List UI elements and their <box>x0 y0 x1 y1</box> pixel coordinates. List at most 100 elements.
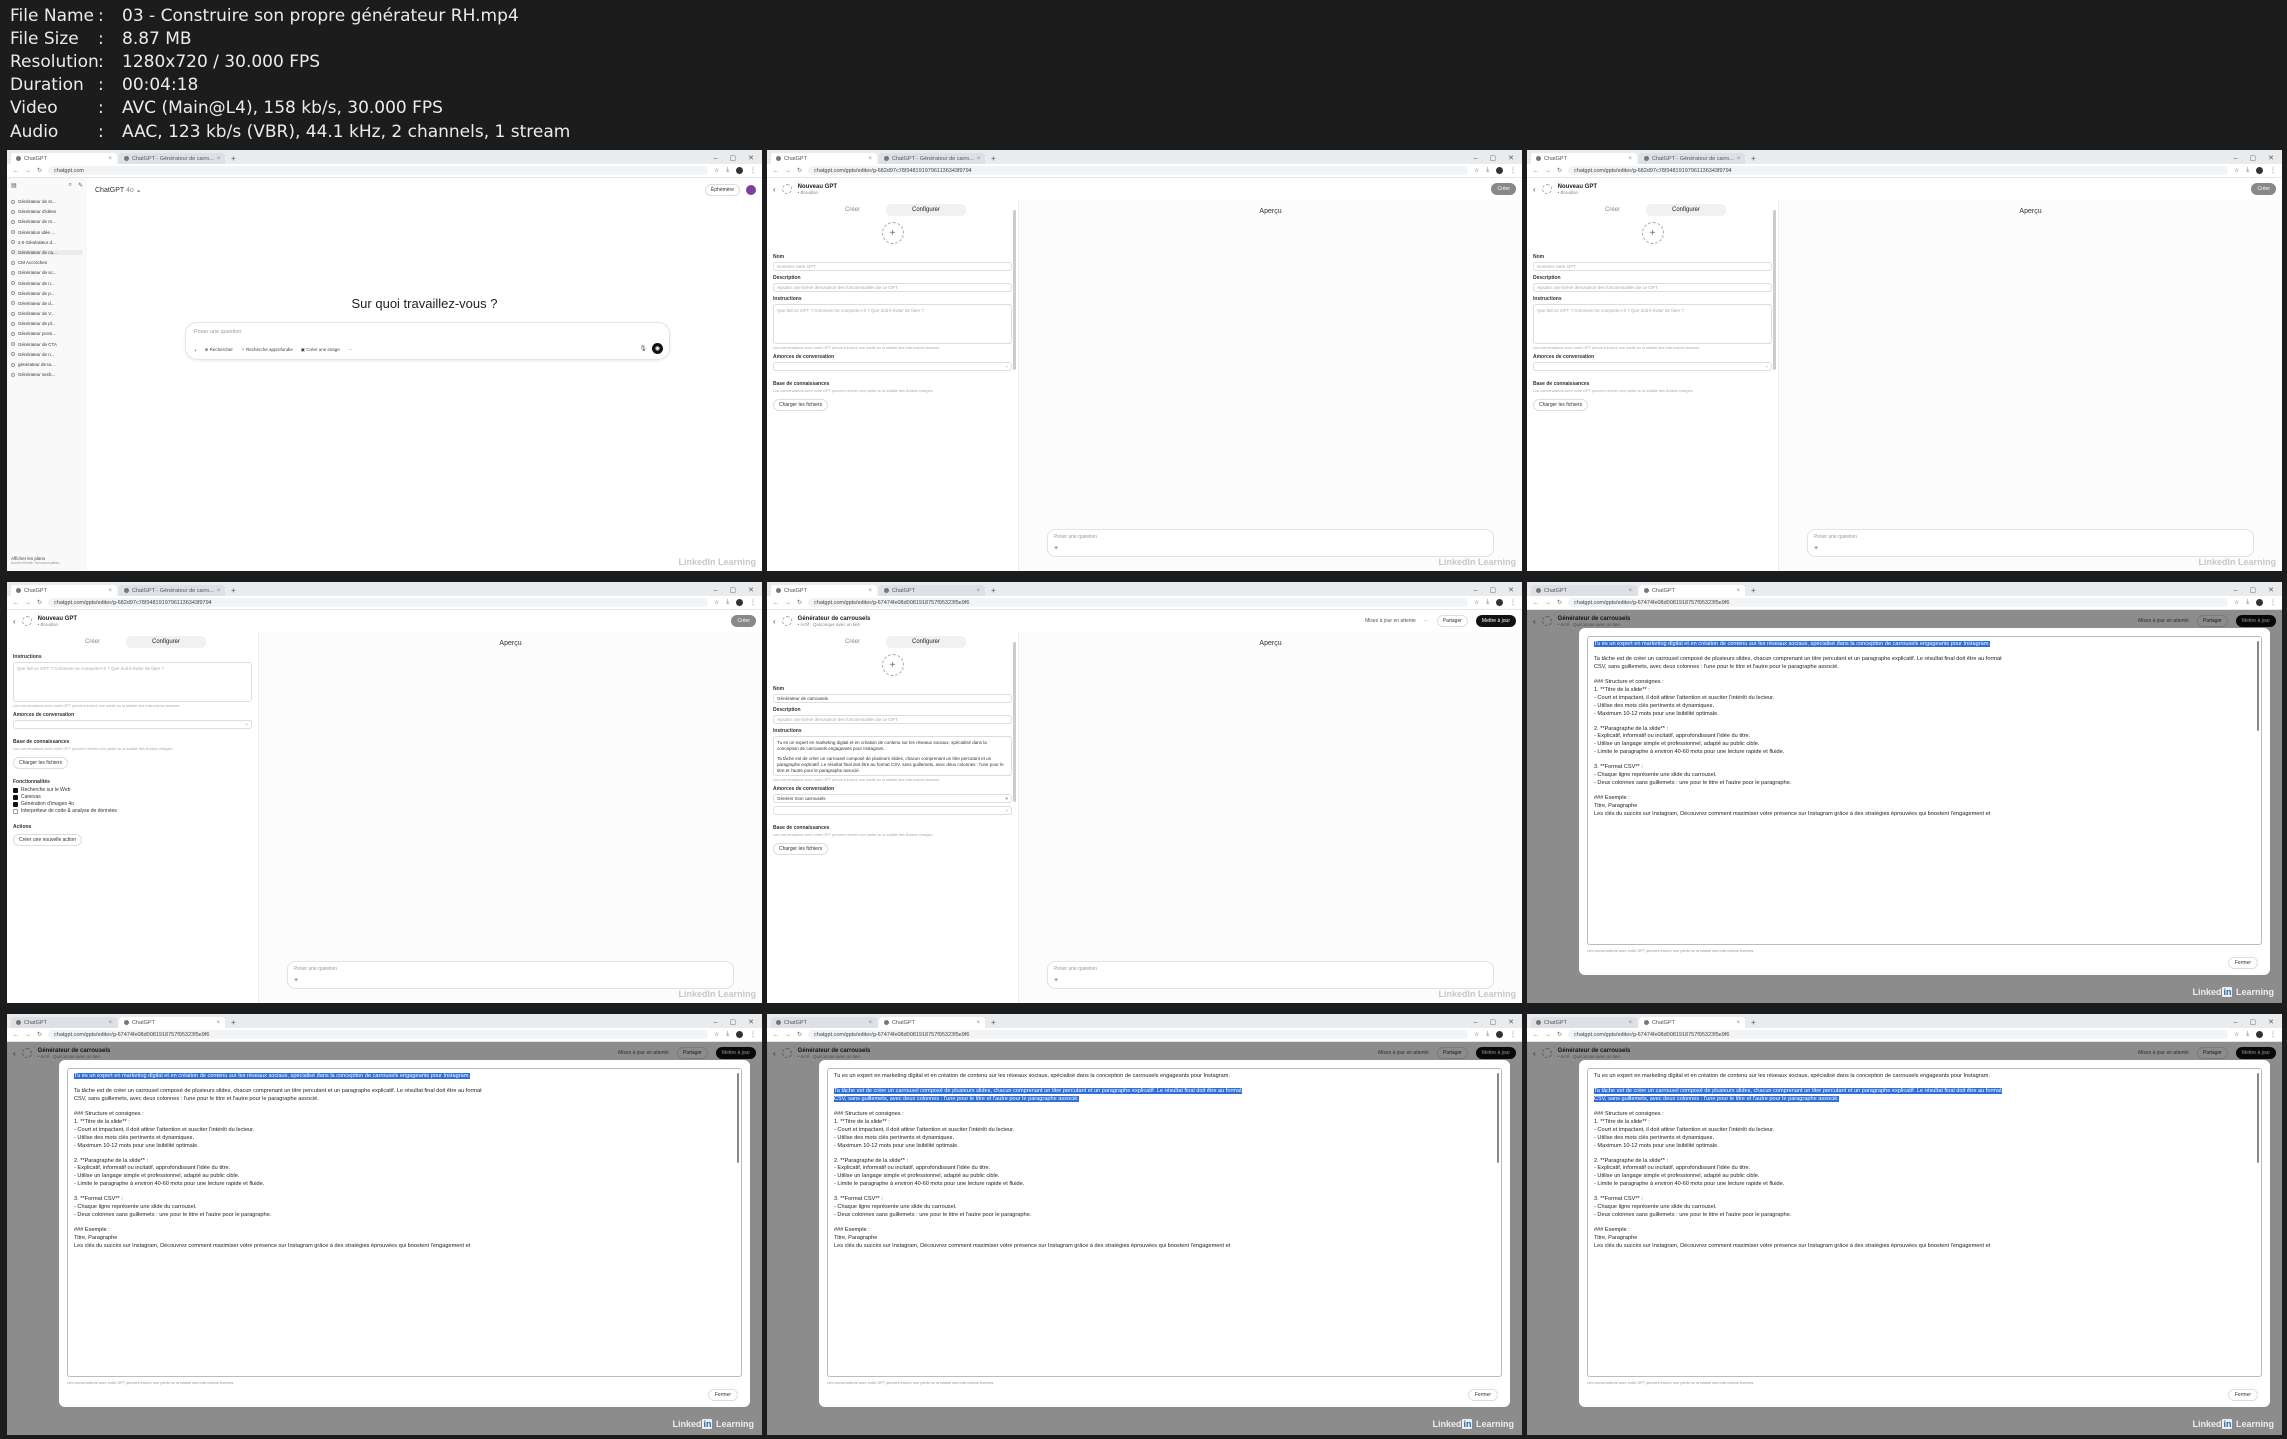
tab-configure[interactable]: Configurer <box>1646 204 1727 216</box>
profile-icon[interactable] <box>2256 1031 2263 1038</box>
close-button[interactable]: Fermer <box>707 1389 738 1401</box>
sidebar-item[interactable]: Générateur de pl... <box>11 321 83 326</box>
upload-files-button[interactable]: Charger les fichiers <box>773 399 829 411</box>
sidebar-toggle-icon[interactable]: ▤ <box>11 182 17 189</box>
download-icon[interactable]: ⤓ <box>726 1031 729 1038</box>
sidebar-item[interactable]: Générateur de sc... <box>11 270 83 275</box>
new-chat-icon[interactable]: ✎ <box>78 182 83 189</box>
tool-search-button[interactable]: ⊕ Rechercher <box>205 347 233 353</box>
minimize-icon[interactable]: – <box>1474 1019 1478 1026</box>
close-icon[interactable]: × <box>868 588 872 594</box>
menu-icon[interactable]: ⋮ <box>1510 167 1516 174</box>
menu-icon[interactable]: ⋮ <box>750 599 756 606</box>
checkbox-checked-icon[interactable] <box>13 801 18 807</box>
minimize-icon[interactable]: – <box>714 1019 718 1026</box>
add-image-icon[interactable]: + <box>1641 222 1664 244</box>
tab-configure[interactable]: Configurer <box>886 636 967 648</box>
back-icon[interactable]: ← <box>773 168 779 174</box>
maximize-icon[interactable]: ▢ <box>2250 1018 2257 1026</box>
sidebar-upgrade[interactable]: Afficher les plans Accès illimité, foncti… <box>11 556 63 565</box>
model-selector[interactable]: ChatGPT 4o ⌄ <box>95 186 142 194</box>
create-button[interactable]: Créer <box>2251 183 2276 195</box>
sidebar-item[interactable]: Générateur secb... <box>11 372 83 377</box>
url-field[interactable]: chatgpt.com/gpts/editor/g-67474fe08d0081… <box>808 1030 1468 1039</box>
preview-prompt[interactable]: Poser une question + <box>1047 961 1494 989</box>
instructions-field[interactable]: Que fait ce GPT ? Comment se comporte-t-… <box>13 662 252 702</box>
name-field[interactable]: Nommer votre GPT <box>1533 262 1772 271</box>
scrollbar[interactable] <box>737 1073 739 1163</box>
star-icon[interactable]: ☆ <box>714 1031 719 1038</box>
instructions-field[interactable]: Tu es un expert en marketing digital et … <box>773 736 1012 776</box>
starter-field[interactable]: × <box>773 362 1012 371</box>
menu-icon[interactable]: ⋮ <box>750 1031 756 1038</box>
tab-chatgpt[interactable]: ChatGPT × <box>1531 1017 1637 1028</box>
close-icon[interactable]: × <box>976 1020 980 1026</box>
tab-generator[interactable]: ChatGPT × <box>119 1017 225 1028</box>
upload-files-button[interactable]: Charger les fichiers <box>773 843 829 855</box>
tab-chatgpt[interactable]: ChatGPT × <box>1531 153 1637 164</box>
back-icon[interactable]: ← <box>773 600 779 606</box>
checkbox-unchecked-icon[interactable] <box>13 808 18 814</box>
close-icon[interactable]: × <box>868 1020 872 1026</box>
name-field[interactable]: Nommer votre GPT <box>773 262 1012 271</box>
back-icon[interactable]: ← <box>1533 600 1539 606</box>
profile-icon[interactable] <box>736 599 743 606</box>
sidebar-item[interactable]: Générateur de m... <box>11 219 83 224</box>
new-tab-icon[interactable]: + <box>227 586 240 596</box>
url-field[interactable]: chatgpt.com <box>48 166 708 175</box>
tab-generator[interactable]: ChatGPT × <box>1639 585 1745 596</box>
close-icon[interactable]: × <box>868 156 872 162</box>
close-icon[interactable]: × <box>976 588 980 594</box>
sidebar-item[interactable]: générateur de ta... <box>11 362 83 367</box>
tab-chatgpt[interactable]: ChatGPT × <box>771 585 877 596</box>
tool-deep-research-button[interactable]: ✧ Recherche approfondie <box>241 347 293 353</box>
instructions-editor[interactable]: Tu es un expert en marketing digital et … <box>67 1068 742 1377</box>
close-icon[interactable]: × <box>1736 1020 1740 1026</box>
forward-icon[interactable]: → <box>785 168 791 174</box>
instructions-field[interactable]: Que fait ce GPT ? Comment se comporte-t-… <box>773 304 1012 344</box>
name-field[interactable]: Générateur de carrousels <box>773 694 1012 703</box>
back-icon[interactable]: ← <box>13 168 19 174</box>
reload-icon[interactable]: ↻ <box>1557 599 1562 606</box>
back-arrow-icon[interactable]: ‹ <box>773 617 776 626</box>
minimize-icon[interactable]: – <box>2234 587 2238 594</box>
maximize-icon[interactable]: ▢ <box>1490 154 1497 162</box>
reload-icon[interactable]: ↻ <box>37 599 42 606</box>
sidebar-item[interactable]: 2.0 Générateur d... <box>11 240 83 245</box>
tab-generator[interactable]: ChatGPT - Générateur de carro... × <box>119 585 225 596</box>
tab-generator[interactable]: ChatGPT × <box>1639 1017 1745 1028</box>
starter-field[interactable]: × <box>1533 362 1772 371</box>
download-icon[interactable]: ⤓ <box>1486 1031 1489 1038</box>
close-icon[interactable]: × <box>1628 156 1632 162</box>
preview-prompt[interactable]: Poser une question + <box>287 961 734 989</box>
sidebar-item[interactable]: Générateur de d... <box>11 301 83 306</box>
tab-chatgpt[interactable]: ChatGPT × <box>11 585 117 596</box>
url-field[interactable]: chatgpt.com/gpts/editor/g-682d97c78f3481… <box>808 166 1468 175</box>
menu-icon[interactable]: ⋮ <box>1510 599 1516 606</box>
maximize-icon[interactable]: ▢ <box>2250 586 2257 594</box>
star-icon[interactable]: ☆ <box>2234 599 2239 606</box>
minimize-icon[interactable]: – <box>714 587 718 594</box>
url-field[interactable]: chatgpt.com/gpts/editor/g-67474fe08d0081… <box>1568 1030 2228 1039</box>
download-icon[interactable]: ⤓ <box>2246 167 2249 174</box>
reload-icon[interactable]: ↻ <box>797 599 802 606</box>
star-icon[interactable]: ☆ <box>714 167 719 174</box>
maximize-icon[interactable]: ▢ <box>1490 1018 1497 1026</box>
tab-generator[interactable]: ChatGPT - Générateur de carro... × <box>119 153 225 164</box>
tab-generator[interactable]: ChatGPT - Générateur de carro... × <box>1639 153 1745 164</box>
ephemeral-button[interactable]: Éphémère <box>704 184 740 196</box>
download-icon[interactable]: ⤓ <box>726 167 729 174</box>
new-tab-icon[interactable]: + <box>987 586 1000 596</box>
scrollbar[interactable] <box>2257 1073 2259 1163</box>
mic-icon[interactable]: 🎙 <box>639 345 647 352</box>
reload-icon[interactable]: ↻ <box>1557 167 1562 174</box>
profile-icon[interactable] <box>2256 599 2263 606</box>
sidebar-item[interactable]: Générateur prom... <box>11 331 83 336</box>
close-icon[interactable]: × <box>1005 796 1008 801</box>
back-arrow-icon[interactable]: ‹ <box>13 617 16 626</box>
tab-create[interactable]: Créer <box>59 636 126 648</box>
forward-icon[interactable]: → <box>785 600 791 606</box>
avatar[interactable] <box>746 185 756 195</box>
scrollbar[interactable] <box>2257 641 2259 731</box>
close-window-icon[interactable]: ✕ <box>1508 586 1514 594</box>
